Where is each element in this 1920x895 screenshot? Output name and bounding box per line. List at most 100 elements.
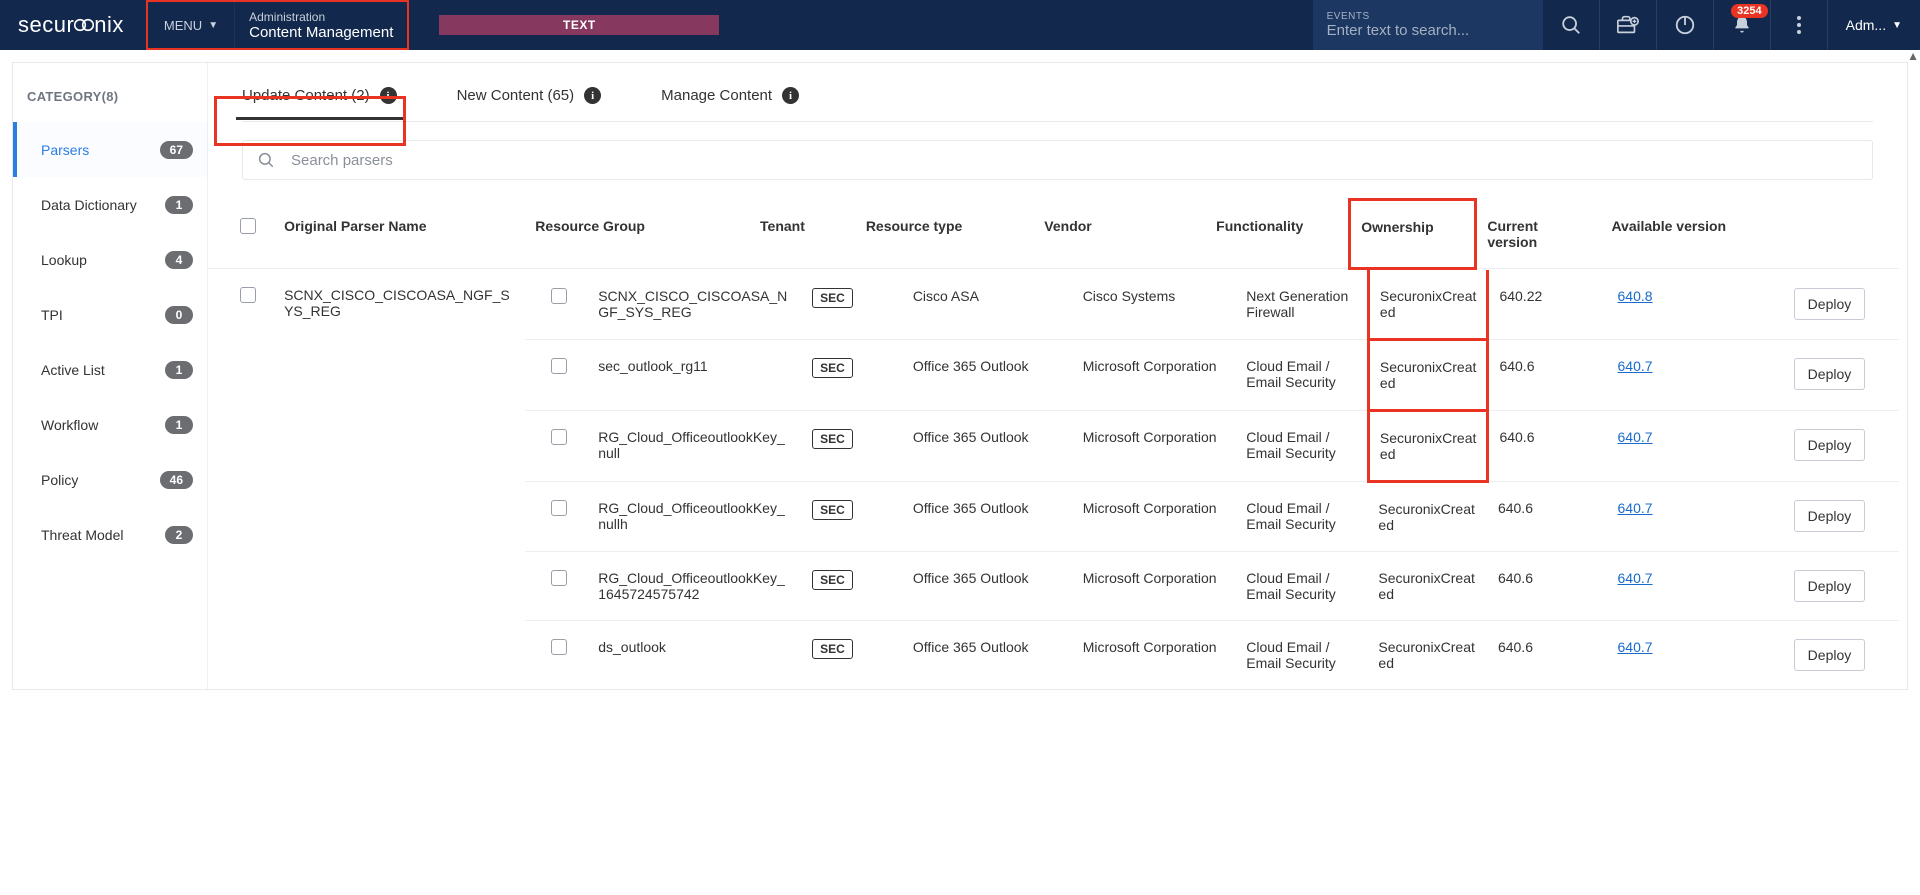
sidebar-item-policy[interactable]: Policy 46 (13, 452, 207, 507)
select-all-checkbox[interactable] (240, 218, 256, 234)
deploy-button[interactable]: Deploy (1794, 500, 1866, 532)
tenant-chip: SEC (812, 639, 853, 659)
cell-vendor: Microsoft Corporation (1073, 481, 1237, 551)
user-menu[interactable]: Adm... ▼ (1828, 0, 1920, 50)
notification-count: 3254 (1731, 4, 1767, 18)
cell-vendor: Microsoft Corporation (1073, 410, 1237, 481)
events-placeholder: Enter text to search... (1327, 22, 1529, 39)
user-name: Adm... (1846, 17, 1886, 33)
kebab-icon[interactable] (1771, 0, 1827, 50)
row-checkbox[interactable] (551, 288, 567, 304)
row-checkbox[interactable] (551, 500, 567, 516)
cell-actions: Deploy (1784, 270, 1899, 340)
info-icon[interactable]: i (782, 87, 799, 104)
events-label: EVENTS (1327, 11, 1529, 22)
col-ownership: Ownership (1350, 200, 1476, 269)
cell-tenant: SEC (802, 410, 903, 481)
row-checkbox[interactable] (240, 287, 256, 303)
sidebar-item-tpi[interactable]: TPI 0 (13, 287, 207, 342)
cell-ownership: SecuronixCreated (1368, 339, 1488, 410)
deploy-button[interactable]: Deploy (1794, 570, 1866, 602)
deploy-button[interactable]: Deploy (1794, 639, 1866, 671)
col-current-version: Current version (1476, 200, 1602, 269)
sidebar-item-count: 0 (165, 306, 193, 324)
row-checkbox[interactable] (551, 429, 567, 445)
cell-resource-type: Office 365 Outlook (903, 551, 1073, 620)
sidebar-item-count: 1 (165, 361, 193, 379)
search-input[interactable] (291, 152, 1858, 169)
menu-highlight-box: MENU ▼ Administration Content Management (146, 0, 409, 50)
category-sidebar: CATEGORY(8) Parsers 67Data Dictionary 1L… (13, 63, 208, 689)
available-version-link[interactable]: 640.7 (1618, 429, 1653, 445)
table-row: SCNX_CISCO_CISCOASA_NGF_SYS_REG SEC Cisc… (525, 270, 1899, 340)
cell-tenant: SEC (802, 620, 903, 689)
cell-resource-type: Office 365 Outlook (903, 410, 1073, 481)
menu-label: MENU (164, 18, 202, 33)
events-search[interactable]: EVENTS Enter text to search... (1313, 0, 1543, 50)
sidebar-item-active-list[interactable]: Active List 1 (13, 342, 207, 397)
sidebar-item-parsers[interactable]: Parsers 67 (13, 122, 207, 177)
search-box[interactable] (242, 140, 1873, 180)
table-header-row: Original Parser Name Resource Group Tena… (208, 200, 1899, 269)
cell-functionality: Cloud Email / Email Security (1236, 620, 1368, 689)
cell-actions: Deploy (1784, 551, 1899, 620)
col-available-version: Available version (1601, 200, 1786, 269)
cell-resource-type: Office 365 Outlook (903, 620, 1073, 689)
cell-tenant: SEC (802, 481, 903, 551)
power-icon[interactable] (1657, 0, 1713, 50)
cell-actions: Deploy (1784, 620, 1899, 689)
caret-up-icon[interactable]: ▲ (1907, 49, 1919, 63)
available-version-link[interactable]: 640.7 (1618, 500, 1653, 516)
cell-functionality: Cloud Email / Email Security (1236, 481, 1368, 551)
cell-actions: Deploy (1784, 410, 1899, 481)
cell-resource-group: RG_Cloud_OfficeoutlookKey_null (588, 410, 802, 481)
cell-actions: Deploy (1784, 481, 1899, 551)
cell-vendor: Microsoft Corporation (1073, 551, 1237, 620)
deploy-button[interactable]: Deploy (1794, 429, 1866, 461)
sidebar-item-count: 67 (160, 141, 193, 159)
logo-text-2: nix (94, 12, 124, 38)
sidebar-item-count: 4 (165, 251, 193, 269)
cell-actions: Deploy (1784, 339, 1899, 410)
search-icon[interactable] (1543, 0, 1599, 50)
info-icon[interactable]: i (380, 87, 397, 104)
table-row: RG_Cloud_OfficeoutlookKey_1645724575742 … (525, 551, 1899, 620)
table-row: RG_Cloud_OfficeoutlookKey_null SEC Offic… (525, 410, 1899, 481)
available-version-link[interactable]: 640.8 (1618, 288, 1653, 304)
row-checkbox[interactable] (551, 639, 567, 655)
tab-manage-content[interactable]: Manage Content i (661, 87, 799, 120)
briefcase-plus-icon[interactable] (1600, 0, 1656, 50)
sidebar-item-label: TPI (41, 307, 63, 323)
cell-functionality: Cloud Email / Email Security (1236, 551, 1368, 620)
row-checkbox[interactable] (551, 570, 567, 586)
col-tenant: Tenant (750, 200, 856, 269)
sidebar-item-lookup[interactable]: Lookup 4 (13, 232, 207, 287)
chevron-down-icon: ▼ (208, 20, 218, 31)
cell-resource-type: Office 365 Outlook (903, 481, 1073, 551)
cell-tenant: SEC (802, 551, 903, 620)
deploy-button[interactable]: Deploy (1794, 358, 1866, 390)
available-version-link[interactable]: 640.7 (1618, 570, 1653, 586)
available-version-link[interactable]: 640.7 (1618, 639, 1653, 655)
deploy-button[interactable]: Deploy (1794, 288, 1866, 320)
sidebar-item-data-dictionary[interactable]: Data Dictionary 1 (13, 177, 207, 232)
sidebar-item-workflow[interactable]: Workflow 1 (13, 397, 207, 452)
available-version-link[interactable]: 640.7 (1618, 358, 1653, 374)
cell-available-version: 640.7 (1608, 410, 1784, 481)
announcement-bar: TEXT (439, 15, 719, 35)
sidebar-item-label: Workflow (41, 417, 98, 433)
search-icon (257, 151, 275, 169)
row-checkbox[interactable] (551, 358, 567, 374)
tab-update-content[interactable]: Update Content (2) i (242, 87, 397, 120)
logo-text-1: secur (18, 12, 74, 38)
menu-button[interactable]: MENU ▼ (148, 2, 234, 48)
cell-current-version: 640.6 (1488, 339, 1608, 410)
info-icon[interactable]: i (584, 87, 601, 104)
tab-new-content[interactable]: New Content (65) i (457, 87, 602, 120)
cell-resource-group: RG_Cloud_OfficeoutlookKey_1645724575742 (588, 551, 802, 620)
sidebar-item-threat-model[interactable]: Threat Model 2 (13, 507, 207, 562)
cell-resource-group: sec_outlook_rg11 (588, 339, 802, 410)
sidebar-item-label: Threat Model (41, 527, 123, 543)
bell-icon[interactable]: 3254 (1714, 0, 1770, 50)
tab-label: New Content (65) (457, 87, 575, 104)
